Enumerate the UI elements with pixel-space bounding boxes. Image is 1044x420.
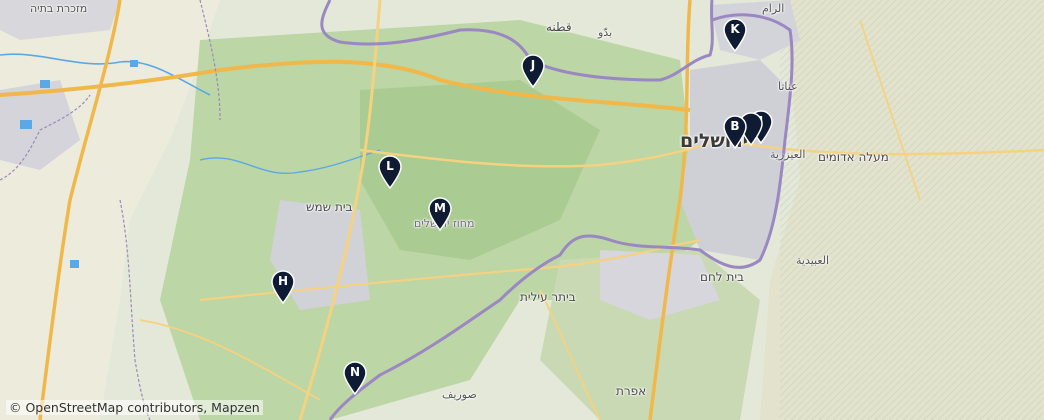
map-marker-N[interactable]: N [342,361,368,395]
place-label-beit-shemesh: בית שמש [306,200,353,214]
place-label-surif: صوريف [442,388,477,401]
place-label-azariya: العيزرية [770,148,806,161]
map-marker-M[interactable]: M [427,197,453,231]
marker-letter-H: H [277,274,289,288]
place-label-beit-lehem: בית לחם [700,270,744,284]
place-label-maale-adumim: מעלה אדומים [818,150,889,164]
marker-letter-L: L [386,159,394,173]
place-label-top-left: מזכרת בתיה [30,2,88,15]
place-label-efrat: אפרת [616,384,647,398]
marker-letter-J: J [530,58,536,72]
place-label-anata: عناتا [778,80,798,93]
marker-letter-K: K [730,22,740,36]
place-label-beitar-illit: ביתר עילית [520,290,576,304]
marker-letter-B: B [730,119,740,133]
map-marker-L[interactable]: L [377,155,403,189]
map-attribution: © OpenStreetMap contributors, Mapzen [6,400,263,415]
place-label-al-ram: الرام [762,2,785,15]
place-label-biddu: بدّو [598,26,613,39]
place-label-qatanna: قطنه [546,20,572,34]
map-marker-B[interactable]: B [722,115,748,149]
map-view[interactable]: מזכרת בתיה قطنه بدّو الرام عناتا ירושלים… [0,0,1044,420]
map-marker-J[interactable]: J [520,54,546,88]
marker-letter-M: M [434,201,446,215]
map-marker-H[interactable]: H [270,270,296,304]
map-marker-K[interactable]: K [722,18,748,52]
place-label-ubeidiya: العبيدية [796,254,830,267]
marker-letter-N: N [349,365,361,379]
